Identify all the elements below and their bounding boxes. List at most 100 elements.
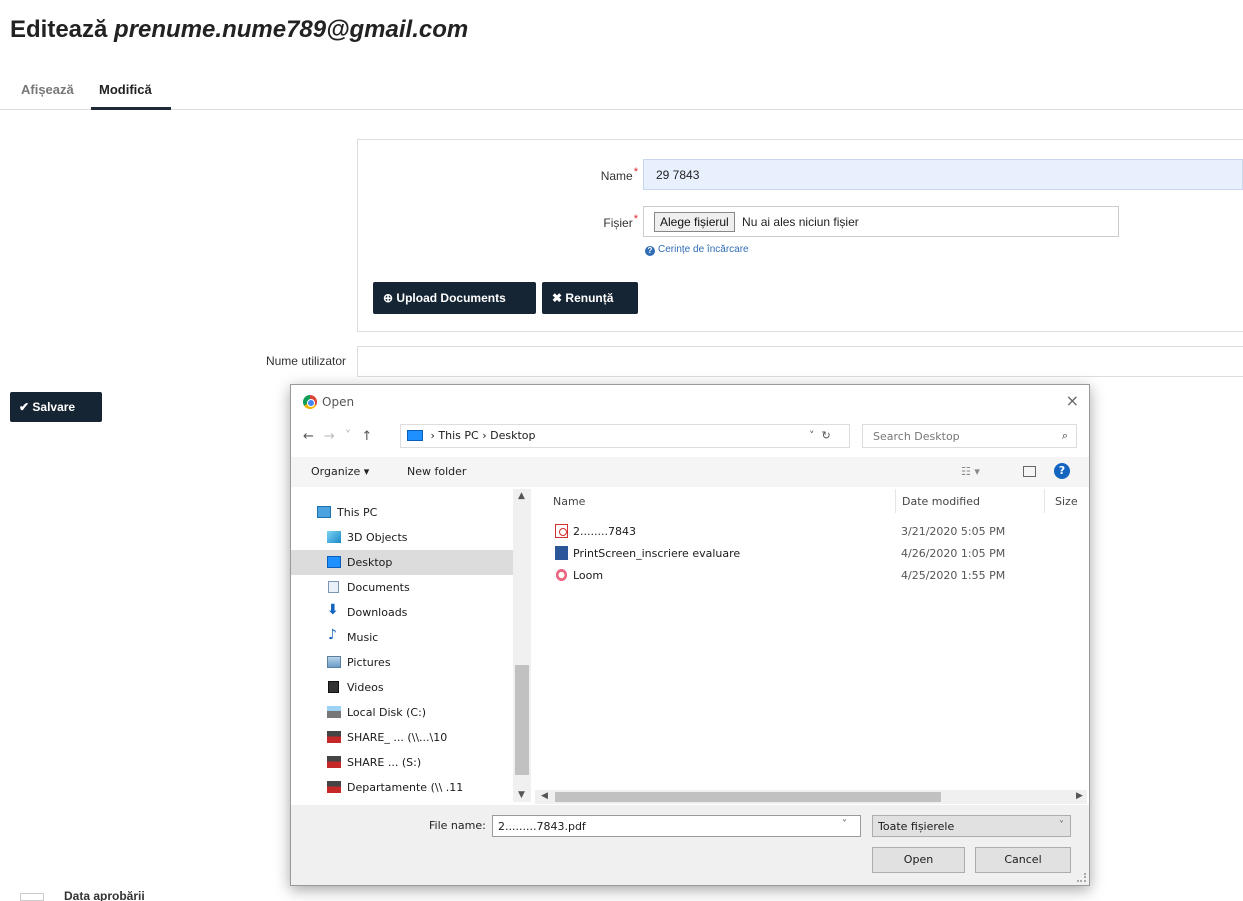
page-title-prefix: Editează	[10, 16, 108, 43]
check-icon: ✔	[19, 400, 30, 414]
close-icon: ✖	[552, 291, 563, 305]
username-input[interactable]	[357, 346, 1243, 377]
file-name-dropdown-icon[interactable]: ˅	[842, 819, 847, 830]
required-mark: *	[633, 166, 638, 178]
search-input[interactable]: Search Desktop ⌕	[862, 424, 1077, 448]
tree-item-share-1[interactable]: SHARE_ ... (\\...\10	[291, 725, 513, 750]
required-mark: *	[633, 213, 638, 225]
desktop-icon	[327, 556, 341, 568]
tree-item-documents[interactable]: Documents	[291, 575, 513, 600]
date-approval-label: Data aprobării	[64, 889, 145, 901]
music-icon: ♪	[328, 627, 337, 643]
column-header-size[interactable]: Size	[1055, 495, 1078, 508]
info-icon: ?	[645, 246, 655, 256]
dialog-close-button[interactable]: ×	[1066, 391, 1079, 410]
help-icon[interactable]: ?	[1054, 463, 1070, 479]
tree-item-3d-objects[interactable]: 3D Objects	[291, 525, 513, 550]
search-icon: ⌕	[1061, 429, 1068, 442]
tree-item-this-pc[interactable]: This PC	[291, 500, 513, 525]
upload-documents-button[interactable]: ⊕ Upload Documents	[373, 282, 536, 314]
tree-item-music[interactable]: ♪ Music	[291, 625, 513, 650]
page-title-email: prenume.nume789@gmail.com	[114, 16, 469, 43]
address-controls: ˅ ↻	[809, 429, 831, 442]
address-dropdown-icon[interactable]: ˅	[809, 429, 815, 442]
page-title: Editează prenume.nume789@gmail.com	[10, 16, 468, 44]
tree-item-desktop[interactable]: Desktop	[291, 550, 513, 575]
forward-arrow-icon[interactable]: →	[324, 429, 335, 444]
file-row[interactable]: Loom 4/25/2020 1:55 PM	[553, 565, 1073, 587]
tree-item-videos[interactable]: Videos	[291, 675, 513, 700]
documents-icon	[328, 581, 339, 593]
up-arrow-icon[interactable]: ↑	[361, 429, 372, 444]
tree-scrollbar-thumb[interactable]	[515, 665, 529, 775]
tree-item-departamente[interactable]: Departamente (\\ .11	[291, 775, 513, 800]
resize-grip-icon[interactable]	[1077, 873, 1086, 882]
tab-afiseaza[interactable]: Afișează	[21, 82, 74, 97]
breadcrumb-this-pc[interactable]: This PC	[438, 429, 478, 442]
tree-item-share-2[interactable]: SHARE ... (S:)	[291, 750, 513, 775]
word-icon	[555, 546, 568, 560]
pdf-icon	[555, 524, 568, 538]
column-divider[interactable]	[1044, 489, 1045, 513]
tree-item-pictures[interactable]: Pictures	[291, 650, 513, 675]
tab-modifica[interactable]: Modifică	[99, 82, 152, 97]
loom-icon	[555, 568, 568, 582]
refresh-icon[interactable]: ↻	[822, 429, 831, 442]
recent-chevron-icon[interactable]: ˅	[345, 429, 352, 444]
open-button[interactable]: Open	[872, 847, 965, 873]
navigation-tree: This PC 3D Objects Desktop Documents ⬇ Do…	[291, 489, 531, 802]
choose-file-button[interactable]: Alege fișierul	[654, 212, 735, 232]
address-bar[interactable]: › This PC › Desktop	[400, 424, 850, 448]
chrome-icon	[303, 395, 317, 409]
new-folder-button[interactable]: New folder	[407, 465, 466, 478]
tree-item-local-disk[interactable]: Local Disk (C:)	[291, 700, 513, 725]
view-options-icon[interactable]: ☷ ▾	[961, 465, 980, 478]
this-pc-icon	[407, 430, 423, 441]
file-type-select[interactable]: Toate fișierele ˅	[872, 815, 1071, 837]
network-drive-icon	[327, 756, 341, 768]
file-row[interactable]: PrintScreen_inscriere evaluare 4/26/2020…	[553, 543, 1073, 565]
active-tab-indicator	[91, 107, 171, 110]
pc-icon	[317, 506, 331, 518]
videos-icon	[328, 681, 339, 693]
name-label: Name*	[600, 166, 638, 183]
tree-item-downloads[interactable]: ⬇ Downloads	[291, 600, 513, 625]
username-label: Nume utilizator	[265, 354, 346, 368]
file-name-label: File name:	[429, 819, 486, 832]
file-row[interactable]: 2........7843 3/21/2020 5:05 PM	[553, 521, 1073, 543]
dialog-cancel-button[interactable]: Cancel	[975, 847, 1071, 873]
tabs-bar: Afișează Modifică	[0, 70, 1243, 110]
dialog-footer: File name: 2.........7843.pdf ˅ Toate fi…	[291, 805, 1089, 885]
organize-button[interactable]: Organize ▾	[311, 465, 369, 478]
open-file-dialog: Open × ← → ˅ ↑ › This PC › Desktop ˅ ↻ Sear…	[290, 384, 1090, 886]
3d-objects-icon	[327, 531, 341, 543]
file-status: Nu ai ales niciun fișier	[742, 215, 859, 229]
cancel-upload-button[interactable]: ✖ Renunță	[542, 282, 638, 314]
column-divider[interactable]	[895, 489, 896, 513]
file-name-input[interactable]: 2.........7843.pdf	[492, 815, 861, 837]
breadcrumb-desktop[interactable]: Desktop	[490, 429, 535, 442]
scroll-down-icon[interactable]: ▼	[518, 790, 525, 800]
disk-icon	[327, 706, 341, 718]
pictures-icon	[327, 656, 341, 668]
back-arrow-icon[interactable]: ←	[303, 429, 314, 444]
breadcrumb-sep-icon: ›	[430, 429, 435, 442]
date-checkbox[interactable]	[20, 893, 44, 901]
preview-pane-icon[interactable]	[1023, 466, 1036, 477]
column-header-date[interactable]: Date modified	[902, 495, 980, 508]
column-header-name[interactable]: Name	[553, 495, 585, 508]
name-input[interactable]: 29 7843	[643, 159, 1243, 190]
save-button[interactable]: ✔ Salvare	[10, 392, 102, 422]
upload-requirements-link[interactable]: ? Cerințe de încărcare	[645, 244, 749, 256]
network-drive-icon	[327, 731, 341, 743]
downloads-icon: ⬇	[327, 602, 339, 618]
network-drive-icon	[327, 781, 341, 793]
file-input[interactable]: Alege fișierul Nu ai ales niciun fișier	[643, 206, 1119, 237]
dialog-toolbar: Organize ▾ New folder ☷ ▾ ?	[291, 457, 1089, 487]
upload-icon: ⊕	[383, 291, 394, 305]
horizontal-scrollbar-thumb[interactable]	[555, 792, 941, 802]
scroll-left-icon[interactable]: ◀	[541, 791, 548, 801]
scroll-right-icon[interactable]: ▶	[1076, 791, 1083, 801]
scroll-up-icon[interactable]: ▲	[518, 491, 525, 501]
chevron-down-icon: ˅	[1059, 820, 1064, 831]
